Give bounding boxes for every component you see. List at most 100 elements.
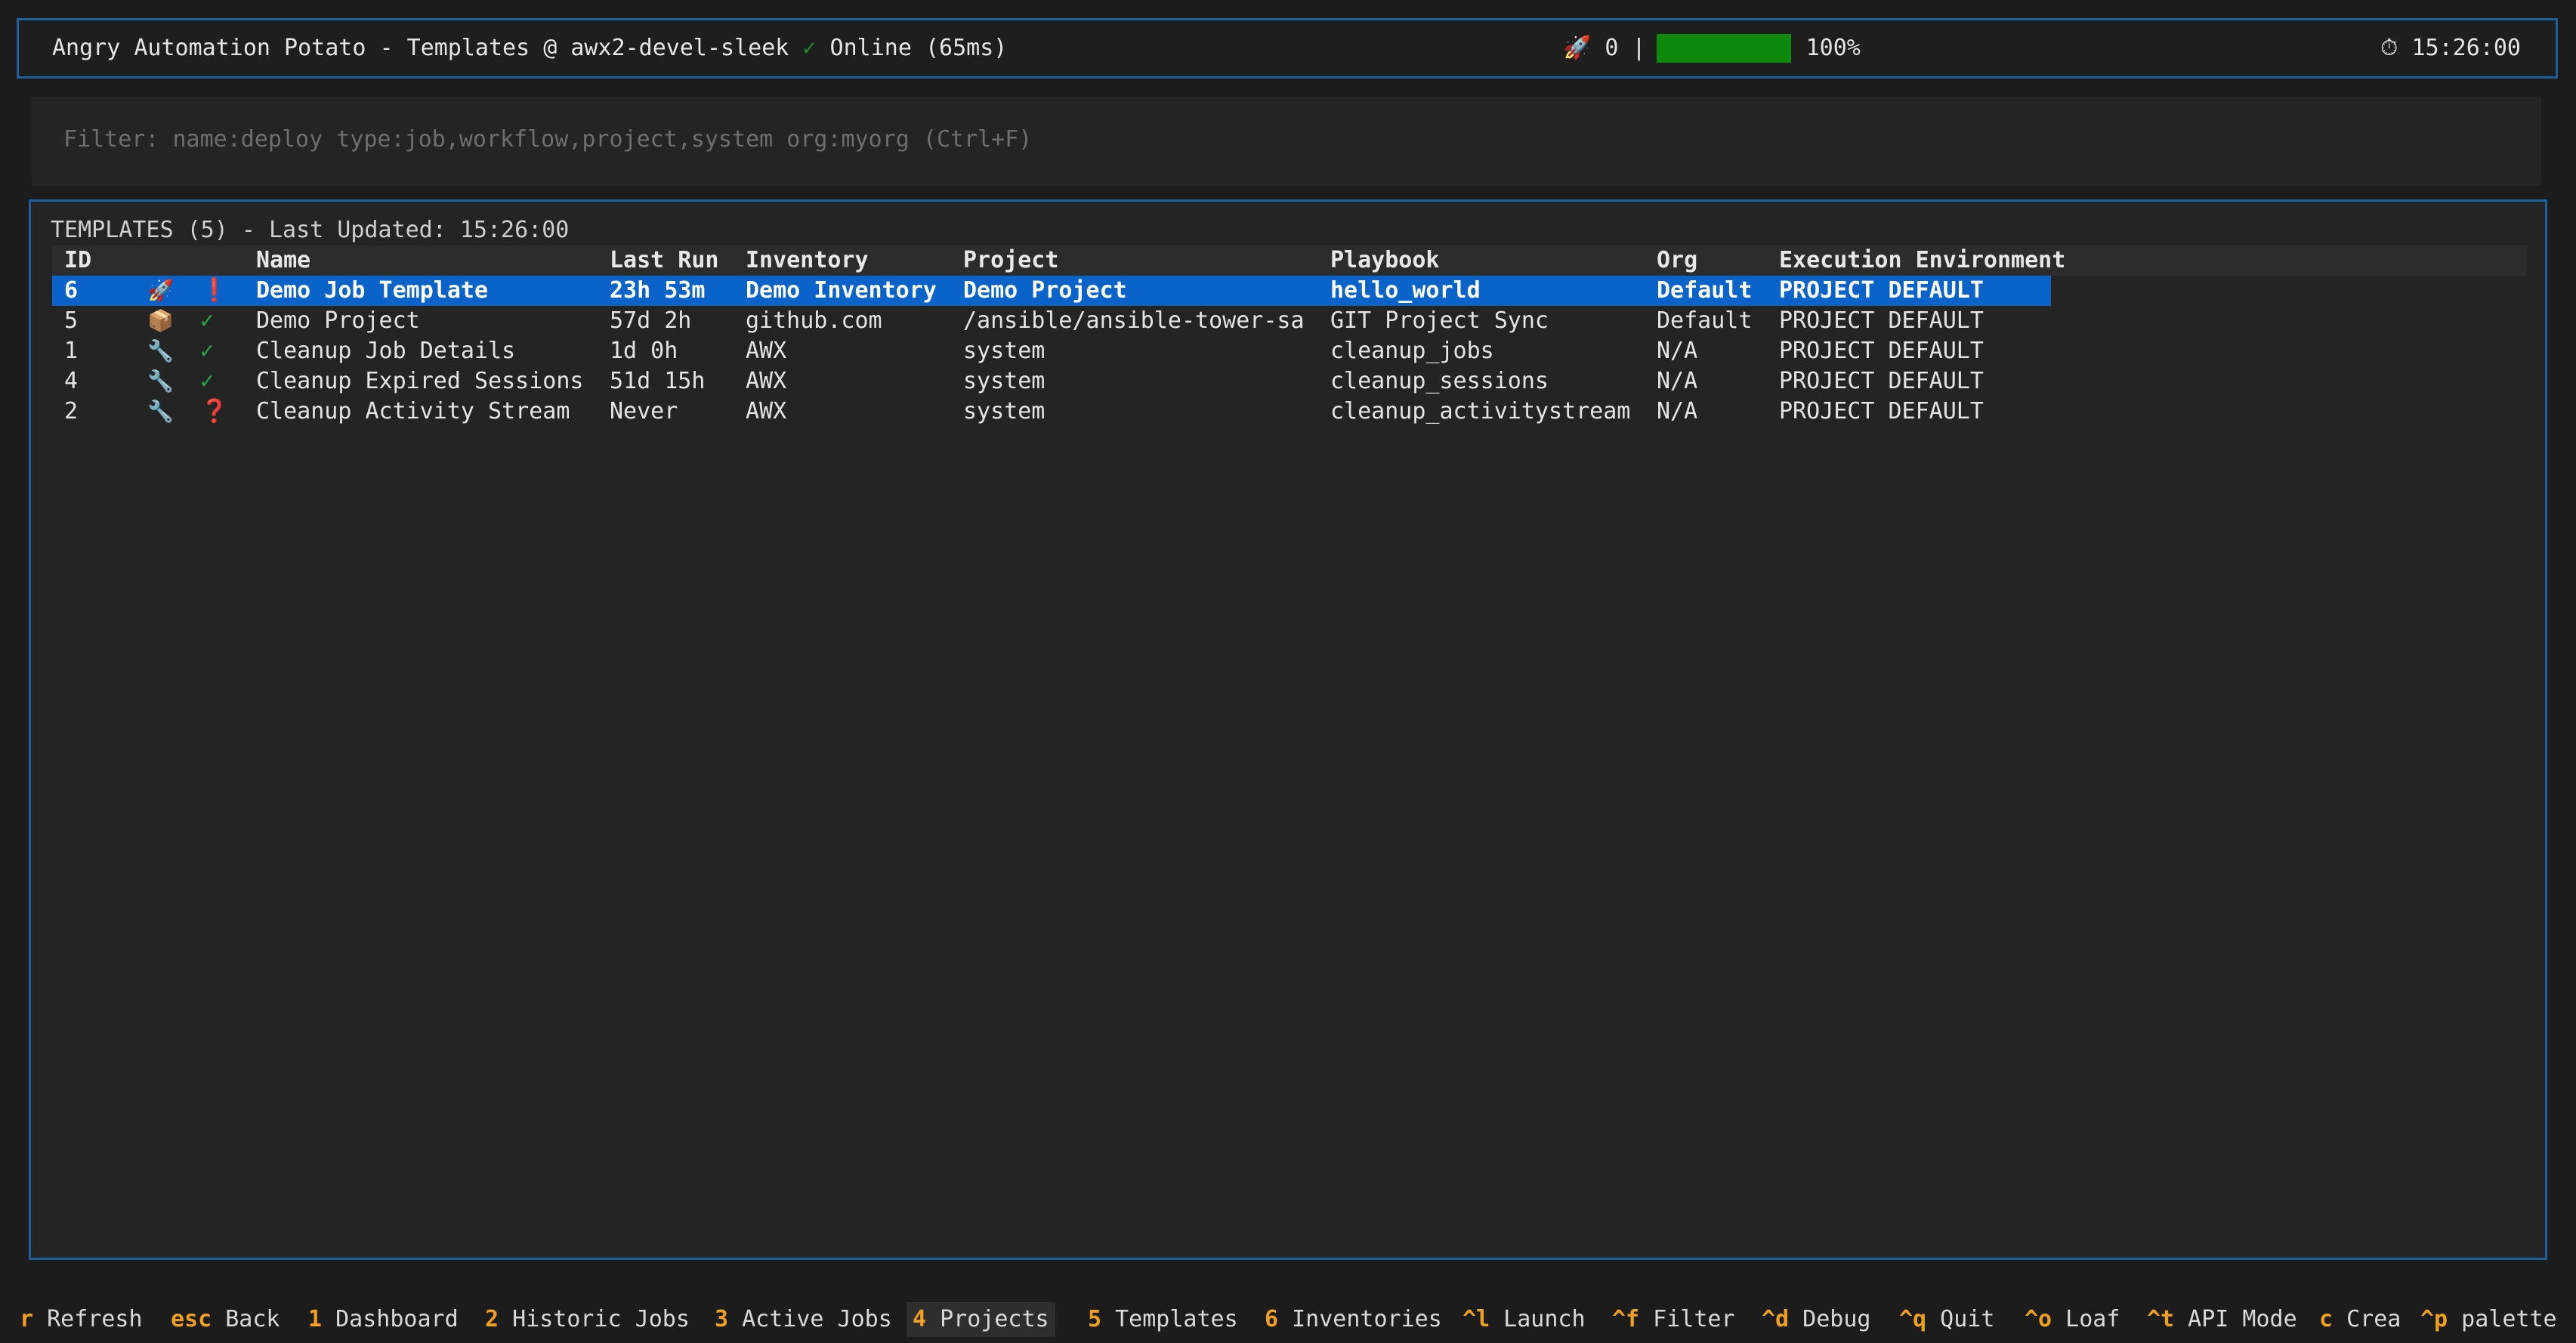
row-execution-environment: PROJECT DEFAULT	[1779, 398, 1984, 425]
app-title: Angry Automation Potato - Templates @ aw…	[52, 20, 1007, 76]
templates-panel: TEMPLATES (5) - Last Updated: 15:26:00 I…	[29, 199, 2547, 1260]
status-success-icon: ✓	[200, 368, 215, 394]
row-name: Demo Project	[256, 307, 420, 334]
table-row[interactable]: 2 🔧 ❓ Cleanup Activity Stream Never AWX …	[52, 397, 2527, 427]
row-id: 4	[64, 368, 79, 394]
key-label: Crea	[2333, 1306, 2401, 1332]
column-header-playbook[interactable]: Playbook	[1330, 245, 1440, 276]
key-label: Filter	[1639, 1306, 1735, 1332]
row-execution-environment: PROJECT DEFAULT	[1779, 338, 1984, 364]
key-launch[interactable]: ^l Launch	[1456, 1302, 1592, 1337]
system-wrench-icon: 🔧	[147, 399, 174, 424]
key-api-mode[interactable]: ^t API Mode	[2141, 1302, 2303, 1337]
key-back[interactable]: esc Back	[165, 1302, 286, 1337]
row-execution-environment: PROJECT DEFAULT	[1779, 307, 1984, 334]
job-activity: 🚀 0 | 100%	[1563, 20, 1861, 76]
system-wrench-icon: 🔧	[147, 369, 174, 394]
column-header-org[interactable]: Org	[1657, 245, 1697, 276]
key-glyph: 2	[485, 1306, 499, 1332]
key-loaf[interactable]: ^o Loaf	[2018, 1302, 2126, 1337]
job-template-rocket-icon: 🚀	[147, 278, 174, 303]
key-bindings-bar: r Refresh esc Back 1 Dashboard 2 Histori…	[14, 1302, 2564, 1337]
column-header-last-run[interactable]: Last Run	[610, 245, 719, 276]
filter-box	[32, 97, 2541, 186]
key-glyph: ^q	[1899, 1306, 1927, 1332]
row-last-run: 23h 53m	[610, 277, 706, 304]
table-row[interactable]: 1 🔧 ✓ Cleanup Job Details 1d 0h AWX syst…	[52, 336, 2527, 366]
key-refresh[interactable]: r Refresh	[14, 1302, 149, 1337]
row-name: Cleanup Activity Stream	[256, 398, 570, 425]
panel-title: TEMPLATES (5) - Last Updated: 15:26:00	[51, 217, 570, 243]
table-header-row: ID Name Last Run Inventory Project Playb…	[52, 245, 2527, 276]
column-header-name[interactable]: Name	[256, 245, 310, 276]
header-bar: Angry Automation Potato - Templates @ aw…	[17, 18, 2558, 79]
row-project: system	[963, 398, 1046, 425]
row-inventory: AWX	[746, 398, 787, 425]
app-title-text: Angry Automation Potato - Templates @ aw…	[52, 35, 803, 61]
row-id: 1	[64, 338, 79, 364]
filter-input[interactable]	[62, 119, 2482, 159]
row-name: Cleanup Job Details	[256, 338, 516, 364]
key-label: Launch	[1490, 1306, 1586, 1332]
row-playbook: GIT Project Sync	[1330, 307, 1549, 334]
table-row[interactable]: 4 🔧 ✓ Cleanup Expired Sessions 51d 15h A…	[52, 366, 2527, 397]
key-inventories[interactable]: 6 Inventories	[1259, 1302, 1448, 1337]
key-label: Debug	[1789, 1306, 1871, 1332]
row-project: /ansible/ansible-tower-sa	[963, 307, 1305, 334]
column-header-execution-environment[interactable]: Execution Environment	[1779, 245, 2065, 276]
key-label: Loaf	[2052, 1306, 2120, 1332]
key-label: API Mode	[2174, 1306, 2297, 1332]
row-execution-environment: PROJECT DEFAULT	[1779, 368, 1984, 394]
row-inventory: github.com	[746, 307, 882, 334]
row-name: Demo Job Template	[256, 277, 489, 304]
column-header-id[interactable]: ID	[64, 245, 91, 276]
key-active-jobs[interactable]: 3 Active Jobs	[709, 1302, 898, 1337]
key-glyph: esc	[171, 1306, 212, 1332]
rocket-icon: 🚀	[1563, 35, 1592, 61]
key-label: Historic Jobs	[499, 1306, 690, 1332]
row-playbook: cleanup_sessions	[1330, 368, 1549, 394]
key-dashboard[interactable]: 1 Dashboard	[302, 1302, 465, 1337]
row-last-run: Never	[610, 398, 678, 425]
row-id: 5	[64, 307, 79, 334]
project-package-icon: 📦	[147, 308, 174, 333]
key-create[interactable]: c Crea	[2313, 1302, 2407, 1337]
key-glyph: 4	[913, 1306, 927, 1332]
key-quit[interactable]: ^q Quit	[1893, 1302, 2000, 1337]
row-last-run: 57d 2h	[610, 307, 692, 334]
key-glyph: 6	[1265, 1306, 1279, 1332]
key-projects[interactable]: 4 Projects	[907, 1302, 1055, 1337]
table-row[interactable]: 6 🚀 ❗ Demo Job Template 23h 53m Demo Inv…	[52, 276, 2527, 306]
key-label: Back	[212, 1306, 280, 1332]
row-inventory: AWX	[746, 338, 787, 364]
column-header-inventory[interactable]: Inventory	[746, 245, 869, 276]
row-inventory: Demo Inventory	[746, 277, 937, 304]
online-check-icon: ✓	[802, 35, 817, 61]
row-playbook: cleanup_jobs	[1330, 338, 1494, 364]
key-filter[interactable]: ^f Filter	[1606, 1302, 1741, 1337]
key-glyph: ^l	[1463, 1306, 1490, 1332]
key-historic-jobs[interactable]: 2 Historic Jobs	[479, 1302, 696, 1337]
status-unknown-icon: ❓	[200, 398, 229, 425]
status-success-icon: ✓	[200, 338, 215, 364]
column-header-project[interactable]: Project	[963, 245, 1058, 276]
row-project: system	[963, 338, 1046, 364]
key-label: Active Jobs	[728, 1306, 892, 1332]
table-row[interactable]: 5 📦 ✓ Demo Project 57d 2h github.com /an…	[52, 306, 2527, 336]
row-last-run: 1d 0h	[610, 338, 678, 364]
key-glyph: ^f	[1612, 1306, 1640, 1332]
key-debug[interactable]: ^d Debug	[1756, 1302, 1877, 1337]
capacity-progress-fill	[1656, 34, 1791, 63]
status-success-icon: ✓	[200, 307, 215, 334]
key-label: Projects	[926, 1306, 1049, 1332]
row-name: Cleanup Expired Sessions	[256, 368, 584, 394]
row-execution-environment: PROJECT DEFAULT	[1779, 277, 1984, 304]
row-org: N/A	[1657, 338, 1698, 364]
row-id: 2	[64, 398, 79, 425]
key-label: Inventories	[1278, 1306, 1442, 1332]
key-palette[interactable]: ^p palette	[2414, 1302, 2563, 1337]
system-wrench-icon: 🔧	[147, 338, 174, 363]
key-glyph: 1	[308, 1306, 323, 1332]
key-templates[interactable]: 5 Templates	[1082, 1302, 1244, 1337]
row-playbook: hello_world	[1330, 277, 1481, 304]
